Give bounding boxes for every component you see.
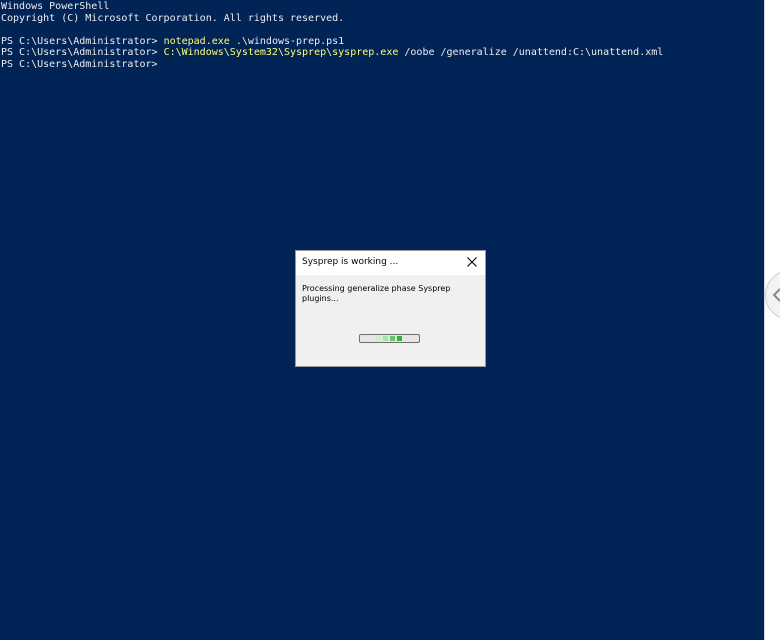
console-text: Copyright (C) Microsoft Corporation. All… — [1, 12, 345, 24]
progress-segment — [397, 336, 402, 341]
dialog-message: Processing generalize phase Sysprep plug… — [302, 284, 451, 303]
console-prompt: PS C:\Users\Administrator> — [1, 35, 164, 47]
progress-segment — [390, 336, 395, 341]
console-command: notepad.exe — [163, 35, 230, 47]
console-line: PS C:\Users\Administrator> C:\Windows\Sy… — [1, 47, 764, 59]
dialog-titlebar[interactable]: Sysprep is working ... — [296, 251, 485, 275]
window-edge-strip — [764, 0, 780, 640]
dialog-title: Sysprep is working ... — [302, 257, 399, 267]
close-icon — [467, 257, 477, 267]
chevron-left-icon — [772, 288, 780, 302]
console-args: .\windows-prep.ps1 — [229, 35, 345, 47]
close-button[interactable] — [459, 251, 485, 275]
console-args: /oobe /generalize /unattend:C:\unattend.… — [398, 47, 664, 58]
console-text: Windows PowerShell — [1, 1, 110, 12]
console-prompt: PS C:\Users\Administrator> — [1, 47, 164, 58]
progress-segment — [383, 336, 388, 341]
console-prompt: PS C:\Users\Administrator> — [1, 58, 158, 70]
console-line: Windows PowerShell — [1, 1, 764, 13]
sysprep-dialog: Sysprep is working ... Processing genera… — [295, 250, 486, 367]
console-line: PS C:\Users\Administrator> — [1, 59, 764, 71]
console-line: PS C:\Users\Administrator> notepad.exe .… — [1, 36, 764, 48]
progress-bar — [359, 334, 420, 343]
console-command: C:\Windows\System32\Sysprep\sysprep.exe — [163, 47, 399, 58]
console-line: Copyright (C) Microsoft Corporation. All… — [1, 13, 764, 25]
progress-segment — [376, 336, 381, 341]
